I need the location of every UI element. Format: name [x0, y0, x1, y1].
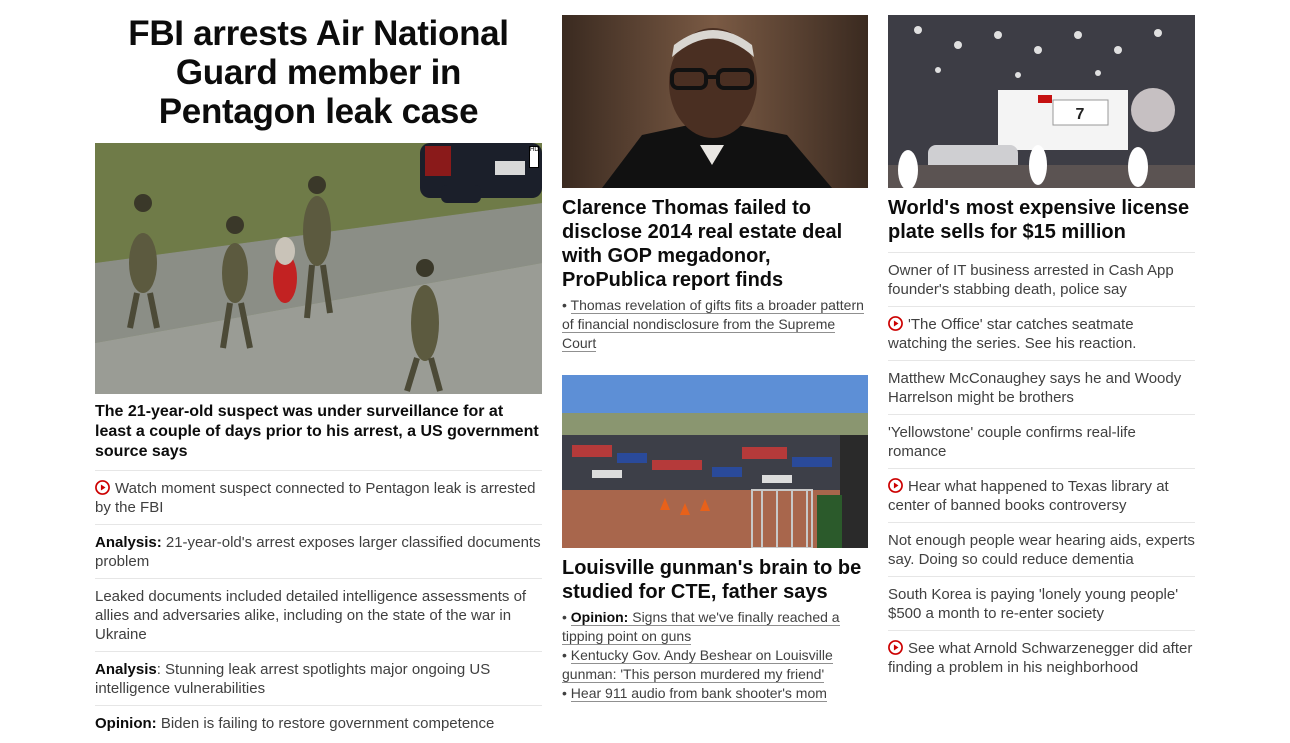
story-thomas-bullets: • Thomas revelation of gifts fits a broa…	[562, 296, 868, 353]
lead-headline[interactable]: FBI arrests Air National Guard member in…	[95, 14, 542, 131]
license-plate-photo[interactable]: 7	[888, 15, 1195, 188]
right-headline-link[interactable]: 'The Office' star catches seatmate watch…	[888, 316, 1136, 352]
right-headline-link[interactable]: Not enough people wear hearing aids, exp…	[888, 532, 1195, 568]
item-text: Watch moment suspect connected to Pentag…	[95, 480, 536, 516]
bullet-item[interactable]: • Opinion: Signs that we've finally reac…	[562, 608, 868, 646]
video-play-icon	[888, 316, 903, 331]
right-headline-item[interactable]: See what Arnold Schwarzenegger did after…	[888, 630, 1195, 684]
item-text: 'Yellowstone' couple confirms real-life …	[888, 424, 1136, 460]
right-headline-list: Owner of IT business arrested in Cash Ap…	[888, 252, 1195, 684]
middle-column: Clarence Thomas failed to disclose 2014 …	[562, 0, 868, 703]
right-headline-item[interactable]: 'The Office' star catches seatmate watch…	[888, 306, 1195, 360]
aerial-arrest-image	[95, 143, 542, 394]
lead-subheadline[interactable]: The 21-year-old suspect was under survei…	[95, 402, 542, 462]
item-text: 21-year-old's arrest exposes larger clas…	[95, 534, 541, 570]
lead-headline-link[interactable]: FBI arrests Air National Guard member in…	[128, 14, 509, 131]
item-text: Matthew McConaughey says he and Woody Ha…	[888, 370, 1182, 406]
right-headline-item[interactable]: Owner of IT business arrested in Cash Ap…	[888, 252, 1195, 306]
lead-related-link[interactable]: Opinion: Biden is failing to restore gov…	[95, 715, 494, 732]
video-play-icon	[888, 640, 903, 655]
story-license-plate-link[interactable]: World's most expensive license plate sel…	[888, 197, 1189, 243]
lead-related-item[interactable]: Leaked documents included detailed intel…	[95, 578, 542, 651]
bullet-link[interactable]: Hear 911 audio from bank shooter's mom	[570, 685, 827, 702]
right-headline-item[interactable]: 'Yellowstone' couple confirms real-life …	[888, 414, 1195, 468]
lead-related-link[interactable]: Watch moment suspect connected to Pentag…	[95, 480, 536, 516]
louisville-photo[interactable]	[562, 375, 868, 548]
lead-related-item[interactable]: Opinion: Biden is failing to restore gov…	[95, 705, 542, 740]
item-text: Biden is failing to restore government c…	[160, 715, 495, 732]
lead-related-list: Watch moment suspect connected to Pentag…	[95, 470, 542, 740]
item-text: 'The Office' star catches seatmate watch…	[888, 316, 1137, 352]
lead-related-link[interactable]: Analysis: Stunning leak arrest spotlight…	[95, 661, 490, 697]
item-text: Hear what happened to Texas library at c…	[888, 478, 1169, 514]
item-label-prefix: Analysis	[95, 661, 157, 678]
item-label-prefix: Analysis:	[95, 534, 162, 551]
story-thomas-link[interactable]: Clarence Thomas failed to disclose 2014 …	[562, 197, 842, 291]
item-text: Not enough people wear hearing aids, exp…	[888, 532, 1195, 568]
lead-column: FBI arrests Air National Guard member in…	[95, 0, 542, 740]
bullet-text: Kentucky Gov. Andy Beshear on Louisville…	[562, 647, 833, 682]
lead-related-item[interactable]: Analysis: 21-year-old's arrest exposes l…	[95, 524, 542, 578]
louisville-vigil-image	[562, 375, 868, 548]
story-license-plate-title[interactable]: World's most expensive license plate sel…	[888, 196, 1195, 244]
item-text: Owner of IT business arrested in Cash Ap…	[888, 262, 1174, 298]
video-play-icon	[95, 480, 110, 495]
lead-related-link[interactable]: Leaked documents included detailed intel…	[95, 588, 526, 643]
right-headline-link[interactable]: Owner of IT business arrested in Cash Ap…	[888, 262, 1174, 298]
item-text: See what Arnold Schwarzenegger did after…	[888, 640, 1193, 676]
right-headline-link[interactable]: Hear what happened to Texas library at c…	[888, 478, 1169, 514]
right-headline-item[interactable]: Matthew McConaughey says he and Woody Ha…	[888, 360, 1195, 414]
story-louisville-link[interactable]: Louisville gunman's brain to be studied …	[562, 557, 861, 603]
item-label-prefix: Opinion:	[95, 715, 157, 732]
right-headline-item[interactable]: South Korea is paying 'lonely young peop…	[888, 576, 1195, 630]
right-headline-link[interactable]: See what Arnold Schwarzenegger did after…	[888, 640, 1192, 676]
bullet-item[interactable]: • Thomas revelation of gifts fits a broa…	[562, 296, 868, 353]
right-headline-item[interactable]: Hear what happened to Texas library at c…	[888, 468, 1195, 522]
lead-related-link[interactable]: Analysis: 21-year-old's arrest exposes l…	[95, 534, 541, 570]
right-headline-item[interactable]: Not enough people wear hearing aids, exp…	[888, 522, 1195, 576]
bullet-prefix: Opinion:	[570, 609, 629, 625]
right-headline-link[interactable]: Matthew McConaughey says he and Woody Ha…	[888, 370, 1181, 406]
story-louisville-title[interactable]: Louisville gunman's brain to be studied …	[562, 556, 868, 604]
story-louisville-bullets: • Opinion: Signs that we've finally reac…	[562, 608, 868, 703]
bullet-link[interactable]: Kentucky Gov. Andy Beshear on Louisville…	[562, 647, 833, 683]
lead-subheadline-link[interactable]: The 21-year-old suspect was under survei…	[95, 403, 539, 460]
lead-related-item[interactable]: Watch moment suspect connected to Pentag…	[95, 470, 542, 524]
clarence-thomas-image	[562, 15, 868, 188]
right-column: 7 World's most expensive license plate s…	[888, 0, 1195, 684]
license-plate-auction-image: 7	[888, 15, 1195, 188]
lead-photo[interactable]: HD	[95, 143, 542, 394]
bullet-item[interactable]: • Kentucky Gov. Andy Beshear on Louisvil…	[562, 646, 868, 684]
bullet-item[interactable]: • Hear 911 audio from bank shooter's mom	[562, 684, 868, 703]
clarence-thomas-photo[interactable]	[562, 15, 868, 188]
item-text: South Korea is paying 'lonely young peop…	[888, 586, 1179, 622]
right-headline-link[interactable]: South Korea is paying 'lonely young peop…	[888, 586, 1178, 622]
bullet-text: Hear 911 audio from bank shooter's mom	[570, 685, 827, 701]
item-text: Leaked documents included detailed intel…	[95, 588, 527, 643]
lead-related-item[interactable]: Analysis: Stunning leak arrest spotlight…	[95, 651, 542, 705]
plate-number-text: 7	[1076, 106, 1085, 123]
story-thomas-title[interactable]: Clarence Thomas failed to disclose 2014 …	[562, 196, 868, 292]
right-headline-link[interactable]: 'Yellowstone' couple confirms real-life …	[888, 424, 1136, 460]
bullet-link[interactable]: Opinion: Signs that we've finally reache…	[562, 609, 840, 645]
video-play-icon	[888, 478, 903, 493]
bullet-link[interactable]: Thomas revelation of gifts fits a broade…	[562, 297, 864, 352]
hd-badge: HD	[529, 146, 539, 168]
bullet-text: Thomas revelation of gifts fits a broade…	[562, 297, 864, 351]
